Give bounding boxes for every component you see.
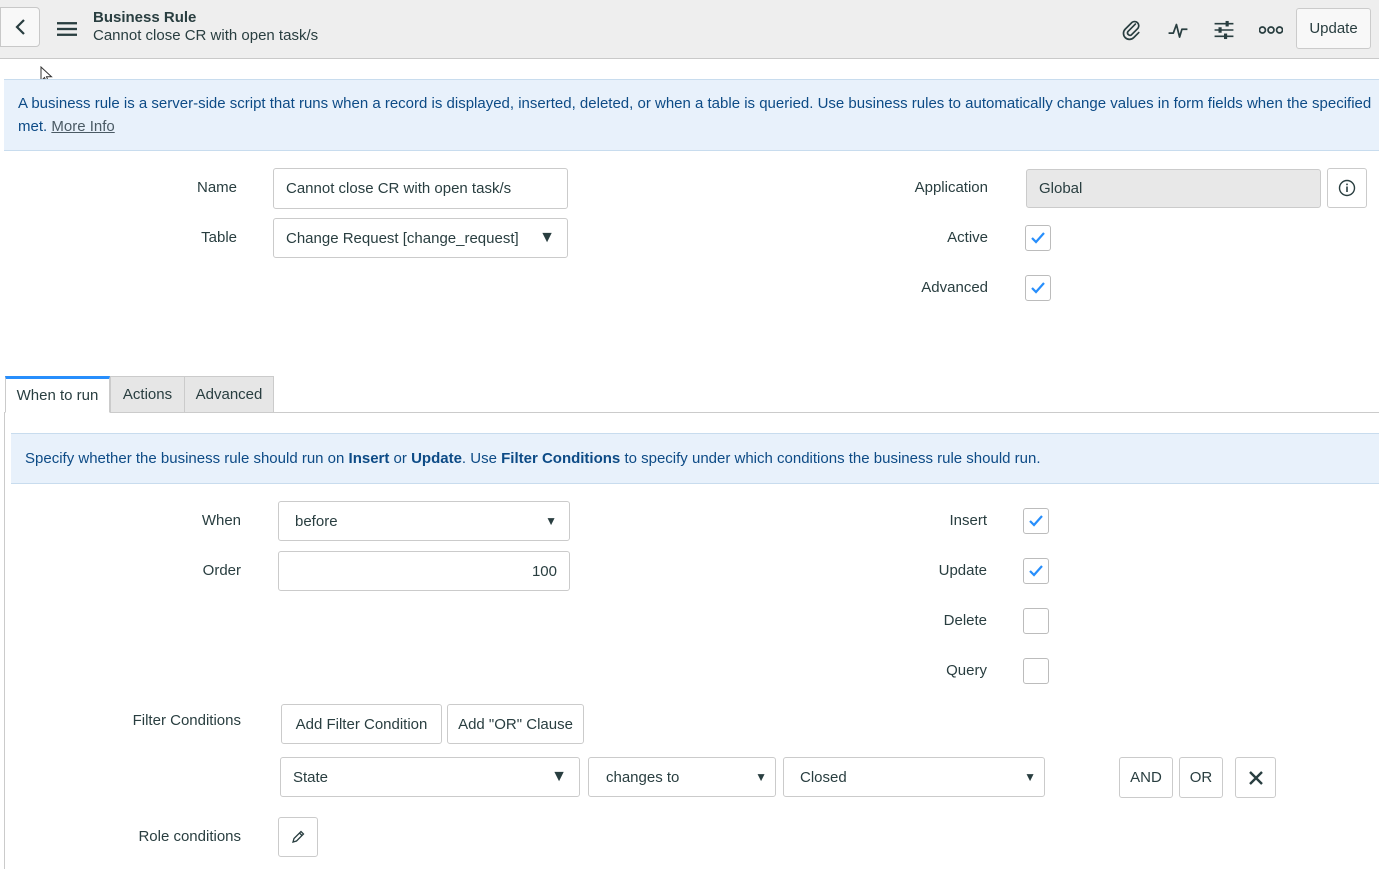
update-label: Update <box>938 562 987 579</box>
caret-down-icon: ▼ <box>539 229 555 246</box>
order-label: Order <box>202 562 241 579</box>
condition-value-select[interactable]: Closed ▼ <box>783 757 1045 797</box>
or-condition-button[interactable]: OR <box>1179 757 1223 798</box>
menu-button[interactable] <box>50 12 84 46</box>
hint-text: or <box>389 450 412 467</box>
table-select[interactable]: Change Request [change_request] ▼ <box>273 218 568 258</box>
insert-label: Insert <box>949 512 987 529</box>
role-conditions-label: Role conditions <box>138 828 241 845</box>
hint-update: Update <box>411 450 462 467</box>
add-or-clause-button[interactable]: Add "OR" Clause <box>447 704 584 744</box>
paperclip-icon <box>1122 20 1140 41</box>
order-value: 100 <box>531 562 557 580</box>
order-input[interactable]: 100 <box>278 551 570 591</box>
hint-text: . Use <box>461 450 502 467</box>
application-value: Global <box>1039 180 1083 197</box>
attachment-button[interactable] <box>1114 12 1150 48</box>
tab-panel-border <box>4 412 5 869</box>
condition-value: Closed <box>800 768 847 786</box>
application-field: Global <box>1026 169 1321 208</box>
delete-checkbox[interactable] <box>1023 608 1049 634</box>
when-value: before <box>295 512 338 530</box>
query-checkbox[interactable] <box>1023 658 1049 684</box>
delete-label: Delete <box>943 612 987 629</box>
advanced-label: Advanced <box>921 279 988 296</box>
update-button[interactable]: Update <box>1296 8 1371 49</box>
checkmark-icon <box>1031 232 1045 244</box>
close-icon <box>1248 770 1263 785</box>
name-value: Cannot close CR with open task/s <box>286 180 512 197</box>
pencil-icon <box>292 830 305 843</box>
when-to-run-hint-banner: Specify whether the business rule should… <box>11 433 1379 484</box>
query-label: Query <box>946 662 987 679</box>
activity-button[interactable] <box>1160 12 1196 48</box>
tab-actions[interactable]: Actions <box>110 376 185 413</box>
checkmark-icon <box>1031 282 1045 294</box>
sliders-icon <box>1214 20 1234 40</box>
caret-down-icon: ▼ <box>1024 770 1036 784</box>
banner-text: A business rule is a server-side script … <box>18 95 1372 112</box>
hamburger-icon <box>57 22 77 36</box>
form-header: Business Rule Cannot close CR with open … <box>0 0 1379 59</box>
delete-condition-button[interactable] <box>1235 757 1276 798</box>
tab-when-to-run[interactable]: When to run <box>5 376 110 413</box>
add-filter-condition-button[interactable]: Add Filter Condition <box>281 704 442 744</box>
hint-text: Specify whether the business rule should… <box>25 450 349 467</box>
caret-down-icon: ▼ <box>545 514 557 528</box>
advanced-checkbox[interactable] <box>1025 275 1051 301</box>
info-circle-icon <box>1338 179 1356 197</box>
condition-operator-select[interactable]: changes to ▼ <box>588 757 776 797</box>
active-label: Active <box>947 229 988 246</box>
record-display-value: Cannot close CR with open task/s <box>93 27 319 44</box>
condition-field-value: State <box>293 768 329 786</box>
checkmark-icon <box>1029 565 1043 577</box>
chevron-left-icon <box>15 19 25 35</box>
condition-operator-value: changes to <box>606 768 680 786</box>
hint-insert: Insert <box>348 450 390 467</box>
caret-down-icon: ▼ <box>551 768 567 785</box>
tab-advanced[interactable]: Advanced <box>184 376 274 413</box>
when-select[interactable]: before ▼ <box>278 501 570 541</box>
application-info-button[interactable] <box>1327 168 1367 208</box>
name-input[interactable]: Cannot close CR with open task/s <box>273 168 568 209</box>
hint-filter-conditions: Filter Conditions <box>501 450 621 467</box>
record-type-title: Business Rule <box>93 9 197 26</box>
table-label: Table <box>201 229 237 246</box>
caret-down-icon: ▼ <box>755 770 767 784</box>
back-button[interactable] <box>0 7 40 47</box>
more-horizontal-icon <box>1259 26 1283 34</box>
checkmark-icon <box>1029 515 1043 527</box>
more-options-button[interactable] <box>1252 12 1290 48</box>
filter-conditions-label: Filter Conditions <box>132 712 241 729</box>
hint-text: to specify under which conditions the bu… <box>620 450 1041 467</box>
when-label: When <box>201 512 241 529</box>
insert-checkbox[interactable] <box>1023 508 1049 534</box>
activity-pulse-icon <box>1168 23 1188 38</box>
condition-field-select[interactable]: State ▼ <box>280 757 580 797</box>
table-value: Change Request [change_request] <box>286 229 519 247</box>
and-condition-button[interactable]: AND <box>1119 757 1173 798</box>
business-rule-info-banner: A business rule is a server-side script … <box>4 79 1379 151</box>
active-checkbox[interactable] <box>1025 225 1051 251</box>
banner-text-line2: met. <box>18 118 48 135</box>
update-checkbox[interactable] <box>1023 558 1049 584</box>
more-info-link[interactable]: More Info <box>51 118 114 135</box>
application-label: Application <box>914 179 988 196</box>
edit-role-conditions-button[interactable] <box>278 817 318 857</box>
personalize-button[interactable] <box>1206 12 1242 48</box>
name-label: Name <box>196 179 237 196</box>
